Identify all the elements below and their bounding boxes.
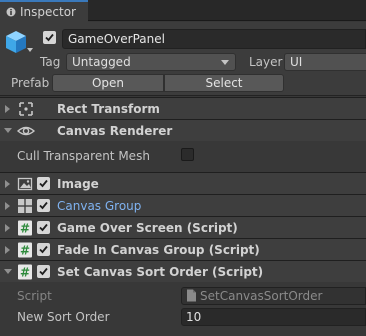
- eye-icon: [17, 126, 35, 136]
- image-icon: [17, 177, 33, 191]
- canvas-group-icon: [18, 199, 32, 213]
- script-icon: #: [18, 242, 32, 258]
- checkmark-icon: [39, 179, 48, 188]
- component-canvas-group[interactable]: Canvas Group: [0, 194, 366, 216]
- layer-dropdown[interactable]: UI: [284, 53, 366, 71]
- component-canvas-renderer[interactable]: Canvas Renderer: [0, 119, 366, 141]
- script-icon: #: [18, 220, 32, 236]
- checkmark-icon: [39, 201, 48, 210]
- checkmark-icon: [39, 267, 48, 276]
- tab-label: Inspector: [20, 5, 76, 19]
- tab-inspector[interactable]: Inspector: [0, 0, 88, 22]
- rect-transform-icon: [19, 102, 33, 116]
- foldout-arrow-icon[interactable]: [5, 105, 10, 113]
- cull-transparent-mesh-label: Cull Transparent Mesh: [17, 149, 150, 163]
- gameobject-active-checkbox[interactable]: [43, 31, 56, 44]
- svg-text:#: #: [20, 222, 30, 236]
- svg-text:#: #: [20, 244, 30, 258]
- layer-label: Layer: [249, 55, 283, 69]
- svg-text:#: #: [20, 266, 30, 280]
- cube-icon[interactable]: [4, 29, 28, 55]
- component-title: Fade In Canvas Group (Script): [57, 243, 260, 257]
- component-enabled-checkbox[interactable]: [37, 243, 50, 256]
- prefab-label: Prefab: [11, 76, 50, 90]
- canvas-renderer-properties: Cull Transparent Mesh: [0, 142, 366, 172]
- component-title: Image: [57, 177, 99, 191]
- prefab-select-button[interactable]: Select: [164, 74, 284, 92]
- script-label: Script: [17, 289, 52, 303]
- checkmark-icon: [39, 223, 48, 232]
- component-enabled-checkbox[interactable]: [37, 265, 50, 278]
- tag-value: Untagged: [72, 55, 131, 69]
- foldout-arrow-icon[interactable]: [5, 246, 10, 254]
- chevron-down-icon: [221, 60, 229, 65]
- script-file-icon: [187, 289, 196, 302]
- component-title: Canvas Renderer: [57, 124, 173, 138]
- component-game-over-screen[interactable]: # Game Over Screen (Script): [0, 216, 366, 238]
- info-icon: [6, 7, 16, 17]
- gameobject-name-input[interactable]: GameOverPanel: [62, 29, 366, 49]
- new-sort-order-label: New Sort Order: [17, 310, 110, 324]
- component-title: Set Canvas Sort Order (Script): [57, 265, 264, 279]
- script-field[interactable]: SetCanvasSortOrder: [181, 287, 366, 305]
- script-value: SetCanvasSortOrder: [200, 289, 323, 303]
- component-image[interactable]: Image: [0, 172, 366, 194]
- chevron-down-icon[interactable]: [27, 48, 33, 52]
- component-set-canvas-sort-order[interactable]: # Set Canvas Sort Order (Script): [0, 260, 366, 282]
- foldout-arrow-icon[interactable]: [4, 269, 12, 274]
- component-title: Canvas Group: [57, 199, 142, 213]
- foldout-arrow-icon[interactable]: [5, 224, 10, 232]
- layer-value: UI: [290, 55, 303, 69]
- checkmark-icon: [45, 33, 54, 42]
- component-enabled-checkbox[interactable]: [37, 221, 50, 234]
- tab-bar: Inspector: [0, 0, 366, 22]
- prefab-open-button[interactable]: Open: [52, 74, 164, 92]
- cull-transparent-mesh-checkbox[interactable]: [181, 148, 194, 161]
- script-icon: #: [18, 264, 32, 280]
- set-canvas-sort-order-properties: Script SetCanvasSortOrder New Sort Order…: [0, 283, 366, 336]
- gameobject-header: GameOverPanel Tag Untagged Layer UI Pref…: [0, 22, 366, 96]
- component-enabled-checkbox[interactable]: [37, 177, 50, 190]
- foldout-arrow-icon[interactable]: [5, 202, 10, 210]
- component-title: Rect Transform: [57, 102, 160, 116]
- foldout-arrow-icon[interactable]: [4, 128, 12, 133]
- checkmark-icon: [39, 245, 48, 254]
- component-enabled-checkbox[interactable]: [37, 199, 50, 212]
- new-sort-order-input[interactable]: 10: [181, 308, 366, 326]
- foldout-arrow-icon[interactable]: [5, 180, 10, 188]
- component-title: Game Over Screen (Script): [57, 221, 238, 235]
- tag-dropdown[interactable]: Untagged: [66, 53, 236, 71]
- component-fade-in-canvas-group[interactable]: # Fade In Canvas Group (Script): [0, 238, 366, 260]
- tag-label: Tag: [40, 55, 61, 69]
- component-rect-transform[interactable]: Rect Transform: [0, 97, 366, 119]
